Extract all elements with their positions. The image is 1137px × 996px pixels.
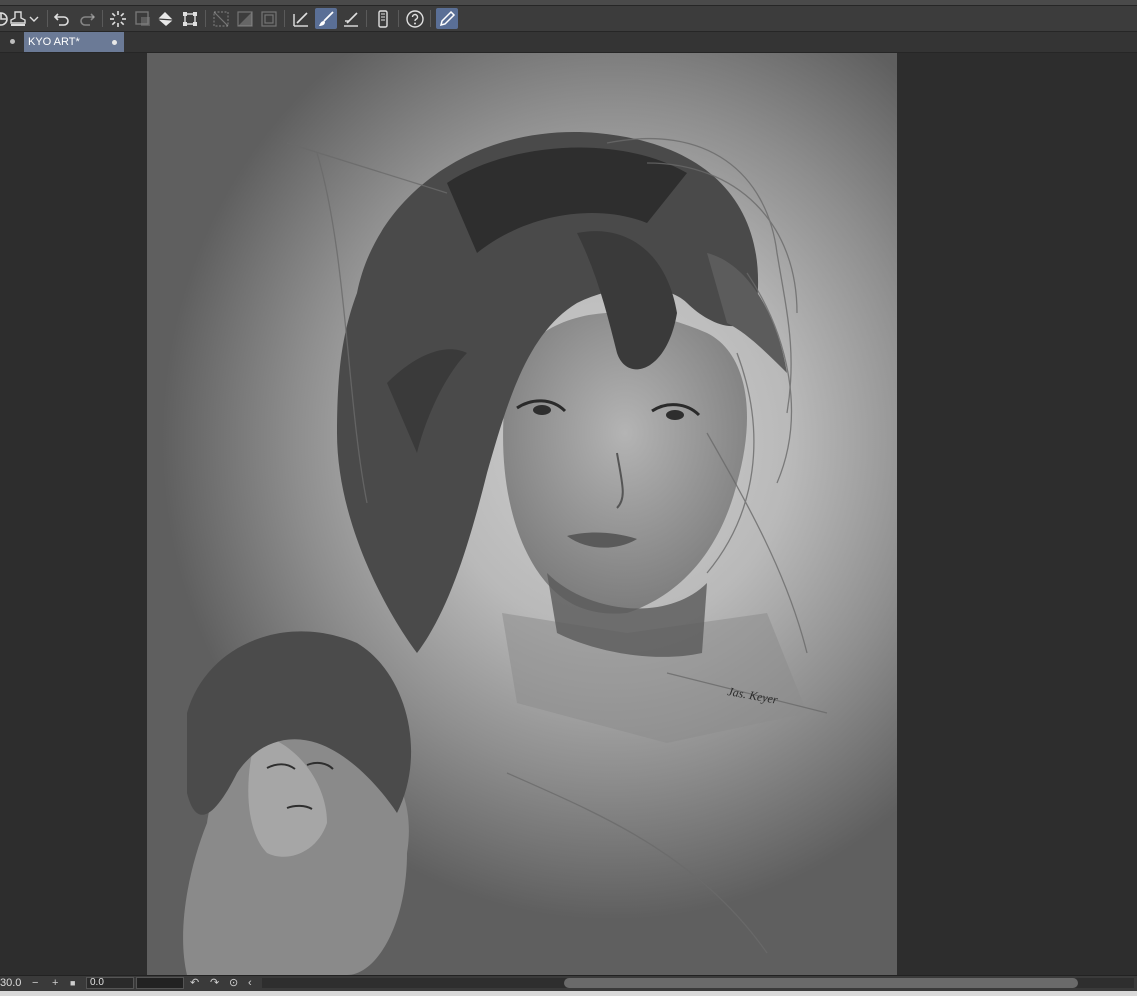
pen-pressure-icon[interactable] <box>436 8 458 29</box>
canvas-workspace: Jas. Keyer <box>0 53 1137 975</box>
select-invert-icon[interactable] <box>210 8 232 29</box>
toolbar-separator <box>102 10 103 27</box>
toolbar-separator <box>430 10 431 27</box>
correction-pen-icon[interactable] <box>290 8 312 29</box>
select-border-icon[interactable] <box>258 8 280 29</box>
tab-scroll-dot[interactable] <box>10 39 15 44</box>
toolbar-separator <box>366 10 367 27</box>
zoom-out-icon[interactable]: − <box>32 977 38 990</box>
select-off-icon[interactable] <box>234 8 256 29</box>
zoom-in-icon[interactable]: + <box>52 977 58 990</box>
redo-icon[interactable] <box>76 8 98 29</box>
help-icon[interactable] <box>404 8 426 29</box>
rotate-left-icon[interactable]: ↶ <box>190 977 199 990</box>
dropdown-chevron-icon[interactable] <box>27 8 41 29</box>
toolbar-separator <box>398 10 399 27</box>
transform-icon[interactable] <box>179 8 201 29</box>
zoom-value: 30.0 <box>0 977 22 989</box>
smartphone-icon[interactable] <box>372 8 394 29</box>
document-tab-label: KYO ART* <box>28 36 80 48</box>
zoom-reset-icon[interactable]: ■ <box>70 977 75 990</box>
horizontal-scrollbar-thumb[interactable] <box>564 978 1078 988</box>
loading-spinner-icon[interactable] <box>107 8 129 29</box>
toolbar-separator <box>205 10 206 27</box>
rotation-angle-field[interactable]: 0.0 <box>86 977 134 989</box>
document-tab[interactable]: KYO ART* <box>24 32 124 52</box>
window-bottom-edge <box>0 991 1137 996</box>
command-bar <box>0 6 1137 32</box>
rotate-right-icon[interactable]: ↷ <box>210 977 219 990</box>
undo-icon[interactable] <box>51 8 73 29</box>
toolbar-separator <box>284 10 285 27</box>
rotation-slider[interactable] <box>136 977 184 989</box>
collapse-chevron-icon[interactable]: ‹ <box>248 977 252 990</box>
fill-icon[interactable] <box>155 8 177 29</box>
stamp-icon[interactable] <box>7 8 29 29</box>
drawing-canvas[interactable]: Jas. Keyer <box>147 53 897 975</box>
toolbar-separator <box>47 10 48 27</box>
artwork: Jas. Keyer <box>183 132 828 975</box>
ruler-pen-icon[interactable] <box>340 8 362 29</box>
status-bar: 30.0 − + ■ 0.0 ↶ ↷ ⊙ ‹ <box>0 975 1137 991</box>
modified-dot-icon[interactable] <box>112 40 117 45</box>
clear-icon[interactable] <box>132 8 154 29</box>
rotation-reset-icon[interactable]: ⊙ <box>229 977 238 990</box>
document-tab-bar: KYO ART* <box>0 32 1137 53</box>
brush-icon[interactable] <box>315 8 337 29</box>
